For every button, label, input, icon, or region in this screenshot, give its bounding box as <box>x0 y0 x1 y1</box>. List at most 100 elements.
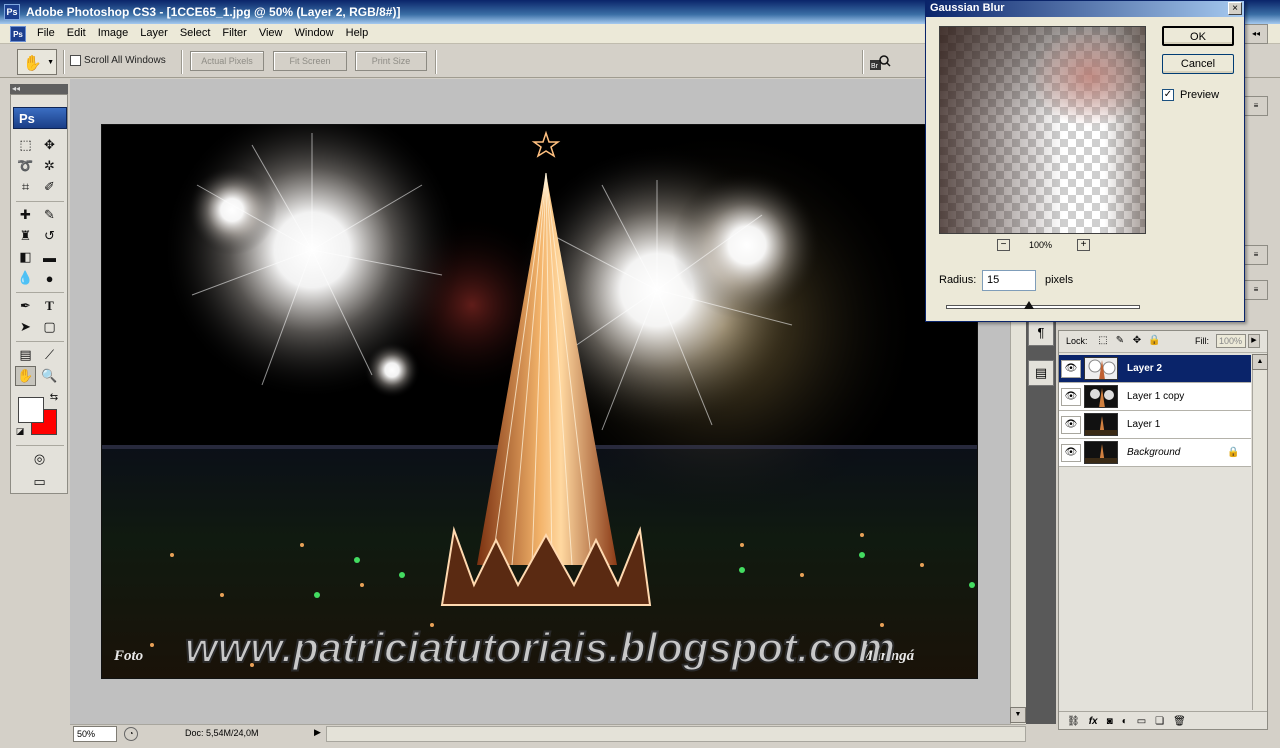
radius-slider[interactable] <box>946 305 1140 309</box>
menu-edit[interactable]: Edit <box>61 27 92 39</box>
preview-zoom-in-button[interactable]: + <box>1077 239 1090 251</box>
scroll-down-icon[interactable]: ▼ <box>1010 707 1026 723</box>
visibility-eye-icon[interactable]: 👁 <box>1061 388 1081 406</box>
preview-zoom-out-button[interactable]: − <box>997 239 1010 251</box>
zoom-tool-icon[interactable]: 🔍 <box>39 366 60 386</box>
visibility-eye-icon[interactable]: 👁 <box>1061 360 1081 378</box>
toolbox-divider <box>16 445 64 446</box>
pen-tool-icon[interactable]: ✒ <box>15 296 36 316</box>
photoshop-logo[interactable]: Ps <box>13 107 67 129</box>
group-icon[interactable]: ▭ <box>1137 716 1146 727</box>
clone-stamp-icon[interactable]: ♜ <box>15 226 36 246</box>
dodge-tool-icon[interactable]: ● <box>39 268 60 288</box>
menu-window[interactable]: Window <box>289 27 340 39</box>
lock-transparency-icon[interactable]: ⬚ <box>1097 335 1109 347</box>
history-brush-icon[interactable]: ↺ <box>39 226 60 246</box>
document-icon[interactable]: Ps <box>10 26 26 42</box>
scroll-up-icon[interactable]: ▲ <box>1252 354 1268 370</box>
layer-row[interactable]: 👁 Layer 1 copy <box>1059 383 1251 411</box>
dialog-close-button[interactable]: × <box>1228 2 1242 15</box>
toolbox-divider <box>16 201 64 202</box>
print-size-button[interactable]: Print Size <box>355 51 427 71</box>
mask-icon[interactable]: ◙ <box>1107 716 1113 727</box>
new-layer-icon[interactable]: ❏ <box>1155 716 1164 727</box>
document-horizontal-scrollbar[interactable] <box>326 726 1026 742</box>
fill-slider-arrow-icon[interactable]: ▶ <box>1248 334 1260 348</box>
scroll-all-windows-checkbox[interactable] <box>70 55 81 66</box>
panel-collapse-icon[interactable]: ◂◂ <box>1244 24 1268 44</box>
lock-position-icon[interactable]: ✥ <box>1131 335 1143 347</box>
preview-checkbox[interactable]: ✓ <box>1162 89 1174 101</box>
fit-screen-button[interactable]: Fit Screen <box>273 51 347 71</box>
crop-tool-icon[interactable]: ⌗ <box>15 177 36 197</box>
status-info-icon[interactable]: ◔ <box>124 727 138 741</box>
trash-icon[interactable]: 🗑 <box>1173 716 1186 727</box>
menu-help[interactable]: Help <box>340 27 375 39</box>
dropdown-arrow-icon: ▼ <box>47 59 54 66</box>
panel-menu-icon[interactable]: ≡ <box>1244 96 1268 116</box>
layer-row[interactable]: 👁 Layer 1 <box>1059 411 1251 439</box>
ok-button[interactable]: OK <box>1162 26 1234 46</box>
status-menu-arrow-icon[interactable]: ▶ <box>314 727 321 738</box>
magic-wand-tool-icon[interactable]: ✲ <box>39 156 60 176</box>
slice-tool-icon[interactable]: ✐ <box>39 177 60 197</box>
type-tool-icon[interactable]: T <box>39 296 60 316</box>
bridge-icon[interactable]: Br <box>869 54 891 72</box>
zoom-level-field[interactable]: 50% <box>73 726 117 742</box>
visibility-eye-icon[interactable]: 👁 <box>1061 416 1081 434</box>
scroll-all-windows-label: Scroll All Windows <box>84 55 166 66</box>
path-selection-icon[interactable]: ➤ <box>15 317 36 337</box>
tool-preset-picker[interactable]: ✋ ▼ <box>17 49 57 75</box>
lock-image-icon[interactable]: ✎ <box>1114 335 1126 347</box>
link-icon[interactable]: ⛓ <box>1067 716 1080 727</box>
preview-checkbox-label: Preview <box>1180 89 1220 101</box>
shape-tool-icon[interactable]: ▢ <box>39 317 60 337</box>
healing-brush-icon[interactable]: ✚ <box>15 205 36 225</box>
blur-preview[interactable] <box>939 26 1146 234</box>
paragraph-panel-icon[interactable]: ¶ <box>1028 320 1054 346</box>
actual-pixels-button[interactable]: Actual Pixels <box>190 51 264 71</box>
quick-mask-icon[interactable]: ◎ <box>29 449 50 469</box>
swap-colors-icon[interactable]: ⇆ <box>47 390 61 404</box>
lasso-tool-icon[interactable]: ➰ <box>15 156 36 176</box>
eyedropper-tool-icon[interactable]: ⟋ <box>39 345 60 365</box>
default-colors-icon[interactable]: ◪ <box>14 425 26 437</box>
adjustment-icon[interactable]: ◐ <box>1122 716 1128 727</box>
image-canvas[interactable]: Foto Maringá www.patriciatutoriais.blogs… <box>101 124 978 679</box>
notes-tool-icon[interactable]: ▤ <box>15 345 36 365</box>
panel-menu-icon[interactable]: ≡ <box>1244 245 1268 265</box>
brush-tool-icon[interactable]: ✎ <box>39 205 60 225</box>
lock-label: Lock: <box>1066 336 1088 346</box>
visibility-eye-icon[interactable]: 👁 <box>1061 444 1081 462</box>
layer-row[interactable]: 👁 Background 🔒 <box>1059 439 1251 467</box>
fill-field[interactable]: 100% <box>1216 334 1246 348</box>
screen-mode-icon[interactable]: ▭ <box>29 472 50 492</box>
lock-all-icon[interactable]: 🔒 <box>1148 335 1160 347</box>
hand-tool-icon[interactable]: ✋ <box>15 366 36 386</box>
layer-thumbnail <box>1084 357 1118 380</box>
eraser-tool-icon[interactable]: ◧ <box>15 247 36 267</box>
marquee-tool-icon[interactable]: ⬚ <box>15 135 36 155</box>
document-size-label: Doc: 5,54M/24,0M <box>185 728 259 738</box>
move-tool-icon[interactable]: ✥ <box>39 135 60 155</box>
foreground-color-swatch[interactable] <box>18 397 44 423</box>
menu-view[interactable]: View <box>253 27 289 39</box>
radius-input[interactable]: 15 <box>982 270 1036 291</box>
menu-image[interactable]: Image <box>92 27 135 39</box>
toolbox-collapse-handle[interactable]: ◂◂ <box>10 84 68 94</box>
menu-layer[interactable]: Layer <box>134 27 174 39</box>
layer-row[interactable]: 👁 Layer 2 <box>1059 355 1251 383</box>
cancel-button[interactable]: Cancel <box>1162 54 1234 74</box>
panel-menu-icon[interactable]: ≡ <box>1244 280 1268 300</box>
radius-slider-thumb[interactable] <box>1024 301 1034 309</box>
document-window: Foto Maringá www.patriciatutoriais.blogs… <box>70 79 1010 724</box>
gradient-tool-icon[interactable]: ▬ <box>39 247 60 267</box>
svg-text:Br: Br <box>871 63 879 70</box>
fx-icon[interactable]: fx <box>1089 716 1098 727</box>
layers-scrollbar[interactable]: ▲ <box>1252 354 1268 710</box>
menu-file[interactable]: File <box>31 27 61 39</box>
character-panel-icon[interactable]: ▤ <box>1028 360 1054 386</box>
menu-select[interactable]: Select <box>174 27 217 39</box>
menu-filter[interactable]: Filter <box>216 27 252 39</box>
blur-tool-icon[interactable]: 💧 <box>15 268 36 288</box>
